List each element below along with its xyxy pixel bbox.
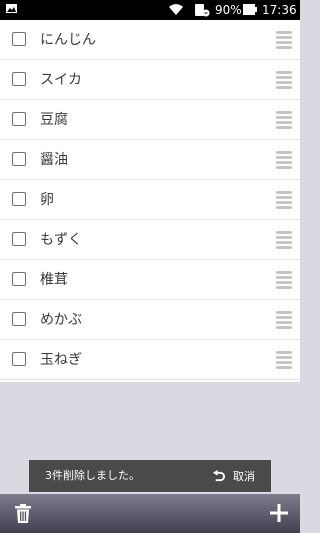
item-label: 豆腐 — [40, 112, 68, 128]
item-label: 玉ねぎ — [40, 352, 82, 368]
add-icon[interactable] — [270, 504, 288, 522]
clock: 17:36 — [262, 3, 297, 17]
item-checkbox[interactable] — [12, 112, 26, 126]
item-checkbox[interactable] — [12, 312, 26, 326]
list-item[interactable]: 玉ねぎ — [0, 340, 300, 380]
list-item[interactable]: 醤油 — [0, 140, 300, 180]
shopping-list: にんじん スイカ 豆腐 醤油 卵 もずく 椎茸 めかぶ 玉ねぎ — [0, 20, 300, 382]
list-item[interactable]: めかぶ — [0, 300, 300, 340]
item-checkbox[interactable] — [12, 352, 26, 366]
snackbar-message: 3件削除しました。 — [45, 469, 140, 482]
undo-snackbar: 3件削除しました。 取消 — [29, 460, 271, 492]
drag-handle-icon[interactable] — [276, 271, 292, 289]
drag-handle-icon[interactable] — [276, 231, 292, 249]
item-label: めかぶ — [40, 312, 82, 328]
item-label: スイカ — [40, 72, 82, 88]
drag-handle-icon[interactable] — [276, 71, 292, 89]
item-checkbox[interactable] — [12, 32, 26, 46]
drag-handle-icon[interactable] — [276, 351, 292, 369]
list-item[interactable]: 卵 — [0, 180, 300, 220]
gallery-icon — [6, 4, 17, 13]
item-checkbox[interactable] — [12, 232, 26, 246]
bottom-toolbar — [0, 494, 300, 533]
item-label: 醤油 — [40, 152, 68, 168]
drag-handle-icon[interactable] — [276, 31, 292, 49]
item-checkbox[interactable] — [12, 152, 26, 166]
status-bar: 90% 17:36 — [0, 0, 300, 20]
wifi-icon — [169, 4, 183, 15]
undo-label: 取消 — [233, 470, 255, 483]
list-item[interactable]: もずく — [0, 220, 300, 260]
item-label: 椎茸 — [40, 272, 68, 288]
item-label: 卵 — [40, 192, 54, 208]
list-item[interactable]: スイカ — [0, 60, 300, 100]
battery-icon — [243, 4, 257, 15]
undo-icon — [212, 469, 225, 481]
item-label: もずく — [40, 232, 82, 248]
item-checkbox[interactable] — [12, 72, 26, 86]
drag-handle-icon[interactable] — [276, 191, 292, 209]
trash-icon[interactable] — [14, 504, 32, 524]
battery-percent: 90% — [215, 3, 242, 17]
list-item[interactable]: にんじん — [0, 20, 300, 60]
drag-handle-icon[interactable] — [276, 311, 292, 329]
drag-handle-icon[interactable] — [276, 111, 292, 129]
drag-handle-icon[interactable] — [276, 151, 292, 169]
sim-icon — [195, 4, 210, 17]
list-item[interactable]: 豆腐 — [0, 100, 300, 140]
undo-button[interactable]: 取消 — [212, 460, 255, 492]
item-checkbox[interactable] — [12, 192, 26, 206]
item-label: にんじん — [40, 32, 96, 48]
item-checkbox[interactable] — [12, 272, 26, 286]
list-item[interactable]: 椎茸 — [0, 260, 300, 300]
